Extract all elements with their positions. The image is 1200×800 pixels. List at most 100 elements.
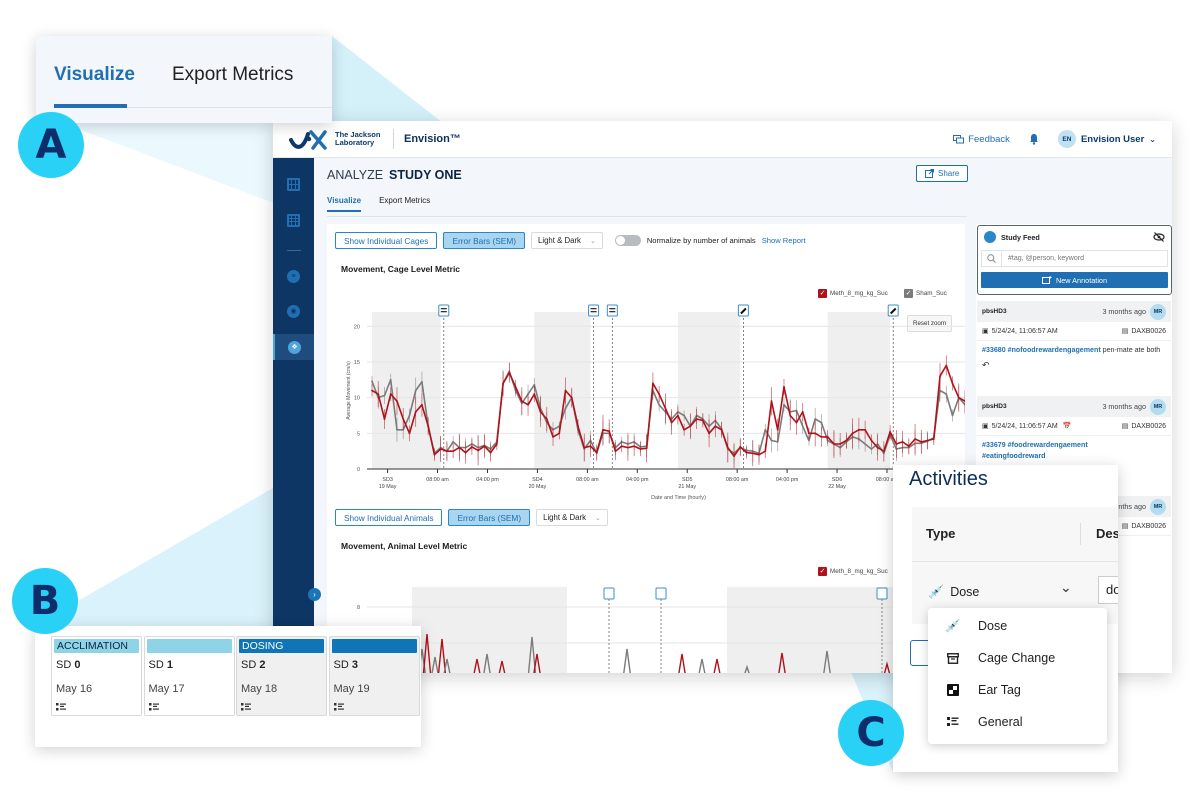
legend-item-meth[interactable]: ✓ Meth_8_mg_kg_Suc [818,567,888,576]
reply-icon[interactable]: ↶ [977,360,1171,371]
sidebar-item-filters[interactable]: ≡ [273,264,314,288]
description-input[interactable]: do [1098,576,1118,604]
tab-visualize[interactable]: Visualize [327,196,362,212]
data-point [676,414,679,417]
menu-item-cage-change[interactable]: Cage Change [928,642,1107,674]
cage-box-icon [946,652,960,664]
header-divider [393,129,394,149]
data-point [383,394,386,397]
show-individual-cages-button[interactable]: Show Individual Cages [335,232,438,249]
animal-level-chart[interactable]: 8 [327,579,965,673]
data-point [458,446,461,449]
data-point [658,403,661,406]
study-day-card[interactable]: DOSING SD 2 May 18 [236,636,327,716]
menu-item-dose[interactable]: 💉 Dose [928,610,1107,642]
eye-off-icon[interactable] [1153,231,1165,243]
error-bars-toggle-button[interactable]: Error Bars (SEM) [443,232,526,249]
data-point [627,446,629,449]
data-point [864,443,867,445]
tab-export-metrics[interactable]: Export Metrics [379,196,430,212]
sidebar-item-dashboard[interactable] [273,172,314,196]
data-point [389,393,392,395]
phase-band [331,639,417,653]
jax-logo[interactable]: The Jackson Laboratory [289,128,385,150]
x-tick-sublabel: 21 May [678,484,696,490]
study-day-card[interactable]: SD 1 May 17 [143,636,235,716]
activity-type-select[interactable]: 💉 Dose [928,584,979,600]
show-report-link[interactable]: Show Report [762,236,806,245]
menu-item-label: Cage Change [978,651,1056,665]
post-time-ago: 3 months ago [1102,402,1146,411]
notifications-bell-icon[interactable] [1028,133,1040,145]
feed-search-input[interactable] [1002,255,1162,262]
feed-post[interactable]: pbsHD3 3 months ago MR ▣ 5/24/24, 11:06:… [977,301,1171,371]
menu-item-ear-tag[interactable]: Ear Tag [928,674,1107,706]
header-actions: Feedback EN Envision User ⌄ [953,130,1156,148]
legend-label: Meth_8_mg_kg_Suc [830,568,888,575]
data-point [720,428,723,431]
data-point [764,428,767,431]
cage-level-chart[interactable]: 0 5 10 15 20 Average Movement (cm/s) SD319 May… [327,302,965,512]
badge-c: C [838,700,904,766]
callout-tab-visualize[interactable]: Visualize [54,64,135,86]
feed-post[interactable]: pbsHD3 3 months ago MR ▣ 5/24/24, 11:06:… [977,396,1171,466]
annotation-marker-general [588,304,600,317]
add-annotation-icon [1041,275,1052,284]
data-point [421,403,423,406]
feedback-link[interactable]: Feedback [953,134,1010,145]
post-tag[interactable]: #33679 [982,441,1006,449]
data-point [396,400,398,403]
general-list-icon [590,311,597,313]
analyze-icon: ❖ [288,340,301,354]
x-tick-sublabel: 20 May [529,484,547,490]
study-day-card[interactable]: ACCLIMATION SD 0 May 16 [51,636,142,716]
new-annotation-button[interactable]: New Annotation [981,272,1168,288]
menu-item-label: Ear Tag [978,683,1021,697]
general-list-icon [440,311,447,313]
row-divider [912,561,1118,562]
post-author: pbsHD3 [982,308,1007,315]
study-day-card[interactable]: SD 3 May 19 [328,636,420,716]
data-point [833,443,835,445]
active-tab-indicator [54,104,127,108]
product-name: Envision™ [404,133,461,145]
post-tag[interactable]: #33680 [982,346,1006,354]
sidebar-item-analyze[interactable]: ❖ [273,334,314,360]
normalize-toggle[interactable] [614,235,641,246]
share-label: Share [938,169,960,178]
share-button[interactable]: Share [916,165,969,182]
show-individual-animals-button[interactable]: Show Individual Animals [335,509,443,526]
data-point [489,451,492,454]
study-feed-title: Study Feed [984,231,1040,243]
chat-bubble-icon [984,231,996,243]
cage-chart-controls: Show Individual Cages Error Bars (SEM) L… [335,232,806,249]
light-dark-select[interactable]: Light & Dark ⌄ [536,509,608,526]
user-menu[interactable]: EN Envision User ⌄ [1057,130,1156,148]
new-annotation-label: New Annotation [1055,275,1108,285]
data-point [951,382,954,385]
data-point [957,396,960,399]
feedback-label: Feedback [968,133,1010,145]
study-day-date: May 17 [148,683,185,695]
data-point [633,445,636,448]
data-point [502,382,504,385]
post-tag[interactable]: #nofoodrewardengagement [1008,346,1101,354]
error-bars-toggle-button[interactable]: Error Bars (SEM) [448,509,531,526]
sidebar-item-apps[interactable] [273,208,314,232]
legend-item-sham[interactable]: ✓ Sham_Suc [904,289,947,298]
chevron-down-icon: ⌄ [595,514,601,522]
post-tag[interactable]: #eatingfoodreward [982,452,1045,460]
general-list-icon [609,308,616,310]
data-point [951,414,954,417]
column-divider [1080,523,1081,545]
general-list-icon [241,703,251,711]
menu-item-general[interactable]: General [928,706,1107,738]
data-point [414,411,417,413]
sidebar-item-view[interactable]: ◉ [273,299,314,323]
legend-item-meth[interactable]: ✓ Meth_8_mg_kg_Suc [818,289,888,298]
sd-number: 0 [74,659,81,671]
callout-tab-export-metrics[interactable]: Export Metrics [172,64,293,86]
light-dark-select[interactable]: Light & Dark ⌄ [531,232,603,249]
post-tag[interactable]: #foodrewardengaement [1008,441,1088,449]
chevron-down-icon[interactable]: ⌄ [1060,579,1072,596]
